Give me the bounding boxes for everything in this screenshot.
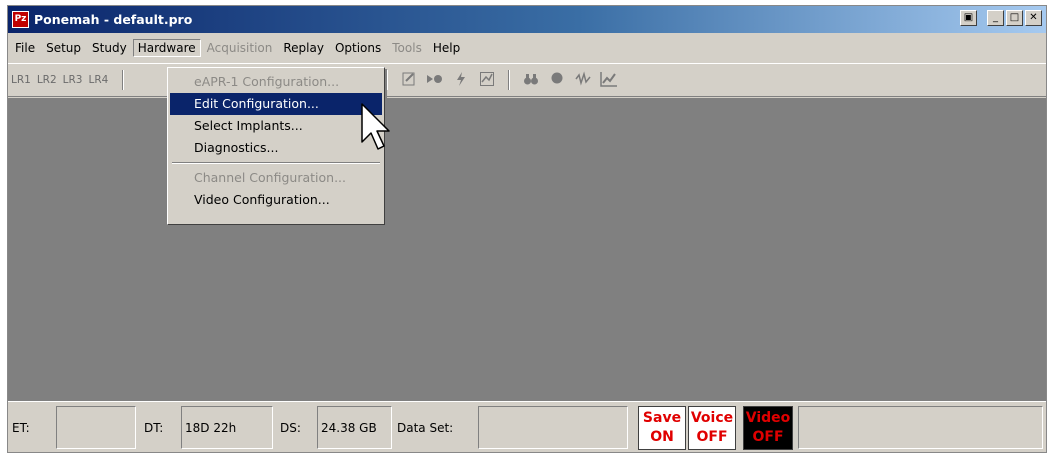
record-dot-icon[interactable] [548, 71, 566, 89]
menu-separator [170, 159, 382, 167]
menu-bar: File Setup Study Hardware Acquisition Re… [8, 33, 1046, 62]
toolbar-lr1[interactable]: LR1 [11, 74, 31, 86]
voice-status-indicator[interactable]: Voice OFF [688, 406, 736, 450]
binoculars-icon[interactable] [522, 71, 540, 89]
menu-item-eapr1-configuration[interactable]: eAPR-1 Configuration... [170, 71, 382, 93]
dataset-value [478, 406, 628, 449]
minimize-button[interactable]: _ [987, 10, 1004, 26]
toolbar-lr2[interactable]: LR2 [37, 74, 57, 86]
menu-tools[interactable]: Tools [387, 39, 427, 57]
menu-study[interactable]: Study [87, 39, 132, 57]
chart-icon[interactable] [478, 71, 496, 89]
window-title: Ponemah - default.pro [34, 12, 193, 27]
video-status-indicator[interactable]: Video OFF [743, 406, 793, 450]
window-controls: ▣ _ □ ✕ [960, 10, 1042, 26]
menu-item-diagnostics[interactable]: Diagnostics... [170, 137, 382, 159]
menu-help[interactable]: Help [428, 39, 465, 57]
menu-setup[interactable]: Setup [41, 39, 86, 57]
record-play-icon[interactable] [426, 71, 444, 89]
status-bar: ET: DT: 18D 22h DS: 24.38 GB Data Set: S… [8, 401, 1046, 452]
toolbar-divider [122, 70, 125, 90]
et-label: ET: [12, 420, 30, 435]
hardware-dropdown-menu: eAPR-1 Configuration... Edit Configurati… [167, 67, 385, 225]
toolbar-lr3[interactable]: LR3 [63, 74, 83, 86]
voice-status-line2: OFF [696, 429, 728, 445]
toolbar: LR1 LR2 LR3 LR4 i j [8, 63, 1046, 97]
menu-hardware[interactable]: Hardware [132, 38, 201, 57]
save-status-line1: Save [642, 410, 682, 426]
title-bar[interactable]: Pz Ponemah - default.pro ▣ _ □ ✕ [8, 6, 1046, 33]
save-status-line2: ON [650, 429, 674, 445]
menu-replay[interactable]: Replay [278, 39, 329, 57]
save-status-indicator[interactable]: Save ON [638, 406, 686, 450]
et-value [56, 406, 136, 449]
video-status-line2: OFF [752, 429, 784, 445]
maximize-button[interactable]: □ [1006, 10, 1023, 26]
signal-icon[interactable] [574, 71, 592, 89]
restore-small-icon[interactable]: ▣ [960, 10, 977, 26]
edit-doc-icon[interactable] [400, 71, 418, 89]
ds-value: 24.38 GB [317, 406, 392, 449]
mouse-cursor-icon [361, 103, 390, 150]
menu-item-select-implants[interactable]: Select Implants... [170, 115, 382, 137]
menu-item-edit-configuration[interactable]: Edit Configuration... [170, 93, 382, 115]
close-button[interactable]: ✕ [1025, 10, 1042, 26]
app-logo-icon[interactable]: Pz [12, 11, 29, 28]
app-window: Pz Ponemah - default.pro ▣ _ □ ✕ File Se… [7, 5, 1047, 453]
lightning-icon[interactable] [452, 71, 470, 89]
menu-file[interactable]: File [10, 39, 40, 57]
status-spare-panel [798, 406, 1043, 449]
menu-options[interactable]: Options [330, 39, 386, 57]
dt-value: 18D 22h [181, 406, 273, 449]
dataset-label: Data Set: [397, 420, 454, 435]
graph-icon[interactable] [599, 71, 618, 89]
menu-item-video-configuration[interactable]: Video Configuration... [170, 189, 382, 211]
toolbar-divider [385, 70, 388, 90]
dt-label: DT: [144, 420, 164, 435]
voice-status-line1: Voice [690, 410, 734, 426]
ds-label: DS: [280, 420, 301, 435]
video-status-line1: Video [745, 410, 791, 426]
workspace-area[interactable] [8, 98, 1046, 401]
toolbar-divider [507, 70, 510, 90]
menu-item-channel-configuration[interactable]: Channel Configuration... [170, 167, 382, 189]
menu-acquisition[interactable]: Acquisition [202, 39, 278, 57]
toolbar-lr4[interactable]: LR4 [88, 74, 108, 86]
